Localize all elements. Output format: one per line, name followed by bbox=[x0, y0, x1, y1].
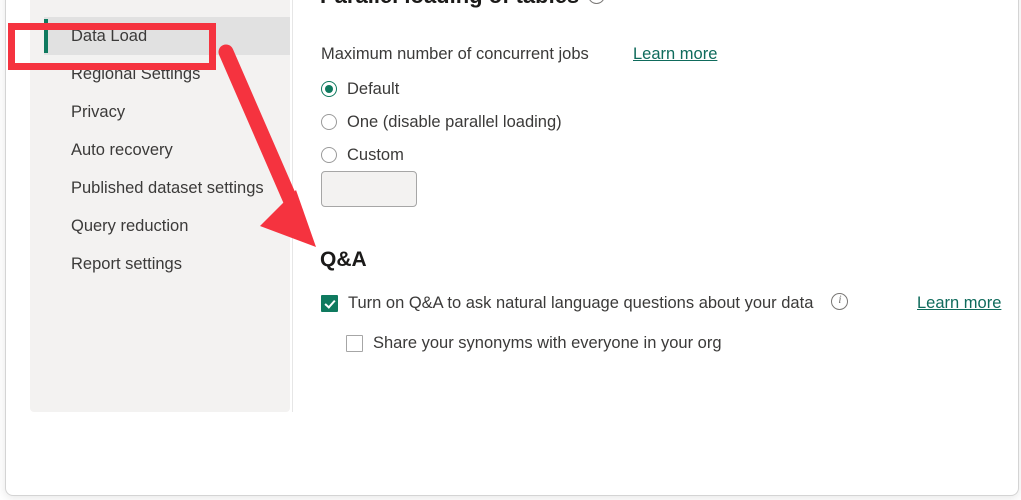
sidebar-item-label: Data Load bbox=[71, 27, 148, 45]
radio-option-default[interactable]: Default bbox=[321, 78, 399, 100]
radio-indicator-default bbox=[321, 81, 337, 97]
parallel-loading-heading-text: Parallel loading of tables bbox=[320, 0, 579, 8]
sidebar-item-privacy[interactable]: Privacy bbox=[44, 93, 290, 131]
sidebar-item-regional-settings[interactable]: Regional Settings bbox=[44, 55, 290, 93]
radio-label-default: Default bbox=[347, 79, 400, 98]
radio-label-custom: Custom bbox=[347, 145, 404, 164]
info-circle-icon[interactable] bbox=[588, 0, 606, 4]
radio-option-one[interactable]: One (disable parallel loading) bbox=[321, 111, 562, 133]
learn-more-link-parallel-loading[interactable]: Learn more bbox=[633, 45, 717, 64]
qa-enable-checkbox[interactable] bbox=[321, 295, 338, 312]
custom-job-count-input[interactable] bbox=[321, 171, 417, 207]
sidebar-item-auto-recovery[interactable]: Auto recovery bbox=[44, 131, 290, 169]
sidebar-item-list: Data Load Regional Settings Privacy Auto… bbox=[44, 17, 290, 283]
qa-share-synonyms-row[interactable]: Share your synonyms with everyone in you… bbox=[346, 334, 722, 353]
sidebar-item-label: Regional Settings bbox=[71, 65, 201, 83]
sidebar-item-query-reduction[interactable]: Query reduction bbox=[44, 207, 290, 245]
learn-more-link-qa[interactable]: Learn more bbox=[917, 294, 1001, 313]
sidebar-item-label: Query reduction bbox=[71, 217, 189, 235]
radio-option-custom[interactable]: Custom bbox=[321, 144, 404, 166]
sidebar-item-report-settings[interactable]: Report settings bbox=[44, 245, 290, 283]
radio-indicator-custom bbox=[321, 147, 337, 163]
sidebar-item-data-load[interactable]: Data Load bbox=[44, 17, 290, 55]
settings-content-pane: Parallel loading of tables Maximum numbe… bbox=[320, 0, 1010, 500]
parallel-loading-heading: Parallel loading of tables bbox=[320, 0, 606, 9]
max-concurrent-jobs-label: Maximum number of concurrent jobs bbox=[321, 45, 589, 63]
sidebar-divider bbox=[292, 0, 293, 412]
sidebar-item-label: Report settings bbox=[71, 255, 182, 273]
qa-share-synonyms-label: Share your synonyms with everyone in you… bbox=[373, 334, 722, 352]
sidebar-item-published-dataset-settings[interactable]: Published dataset settings bbox=[44, 169, 290, 207]
sidebar-item-label: Privacy bbox=[71, 103, 126, 121]
qa-enable-label: Turn on Q&A to ask natural language ques… bbox=[348, 294, 814, 312]
qa-enable-checkbox-row[interactable]: Turn on Q&A to ask natural language ques… bbox=[321, 292, 849, 313]
radio-indicator-one bbox=[321, 114, 337, 130]
settings-sidebar: CURRENT FILE Data Load Regional Settings… bbox=[30, 0, 290, 412]
qa-section-heading: Q&A bbox=[320, 248, 367, 271]
qa-share-synonyms-checkbox[interactable] bbox=[346, 335, 363, 352]
sidebar-item-label: Auto recovery bbox=[71, 141, 173, 159]
info-circle-icon[interactable] bbox=[831, 292, 849, 310]
radio-label-one: One (disable parallel loading) bbox=[347, 112, 562, 131]
sidebar-item-label: Published dataset settings bbox=[71, 179, 264, 197]
